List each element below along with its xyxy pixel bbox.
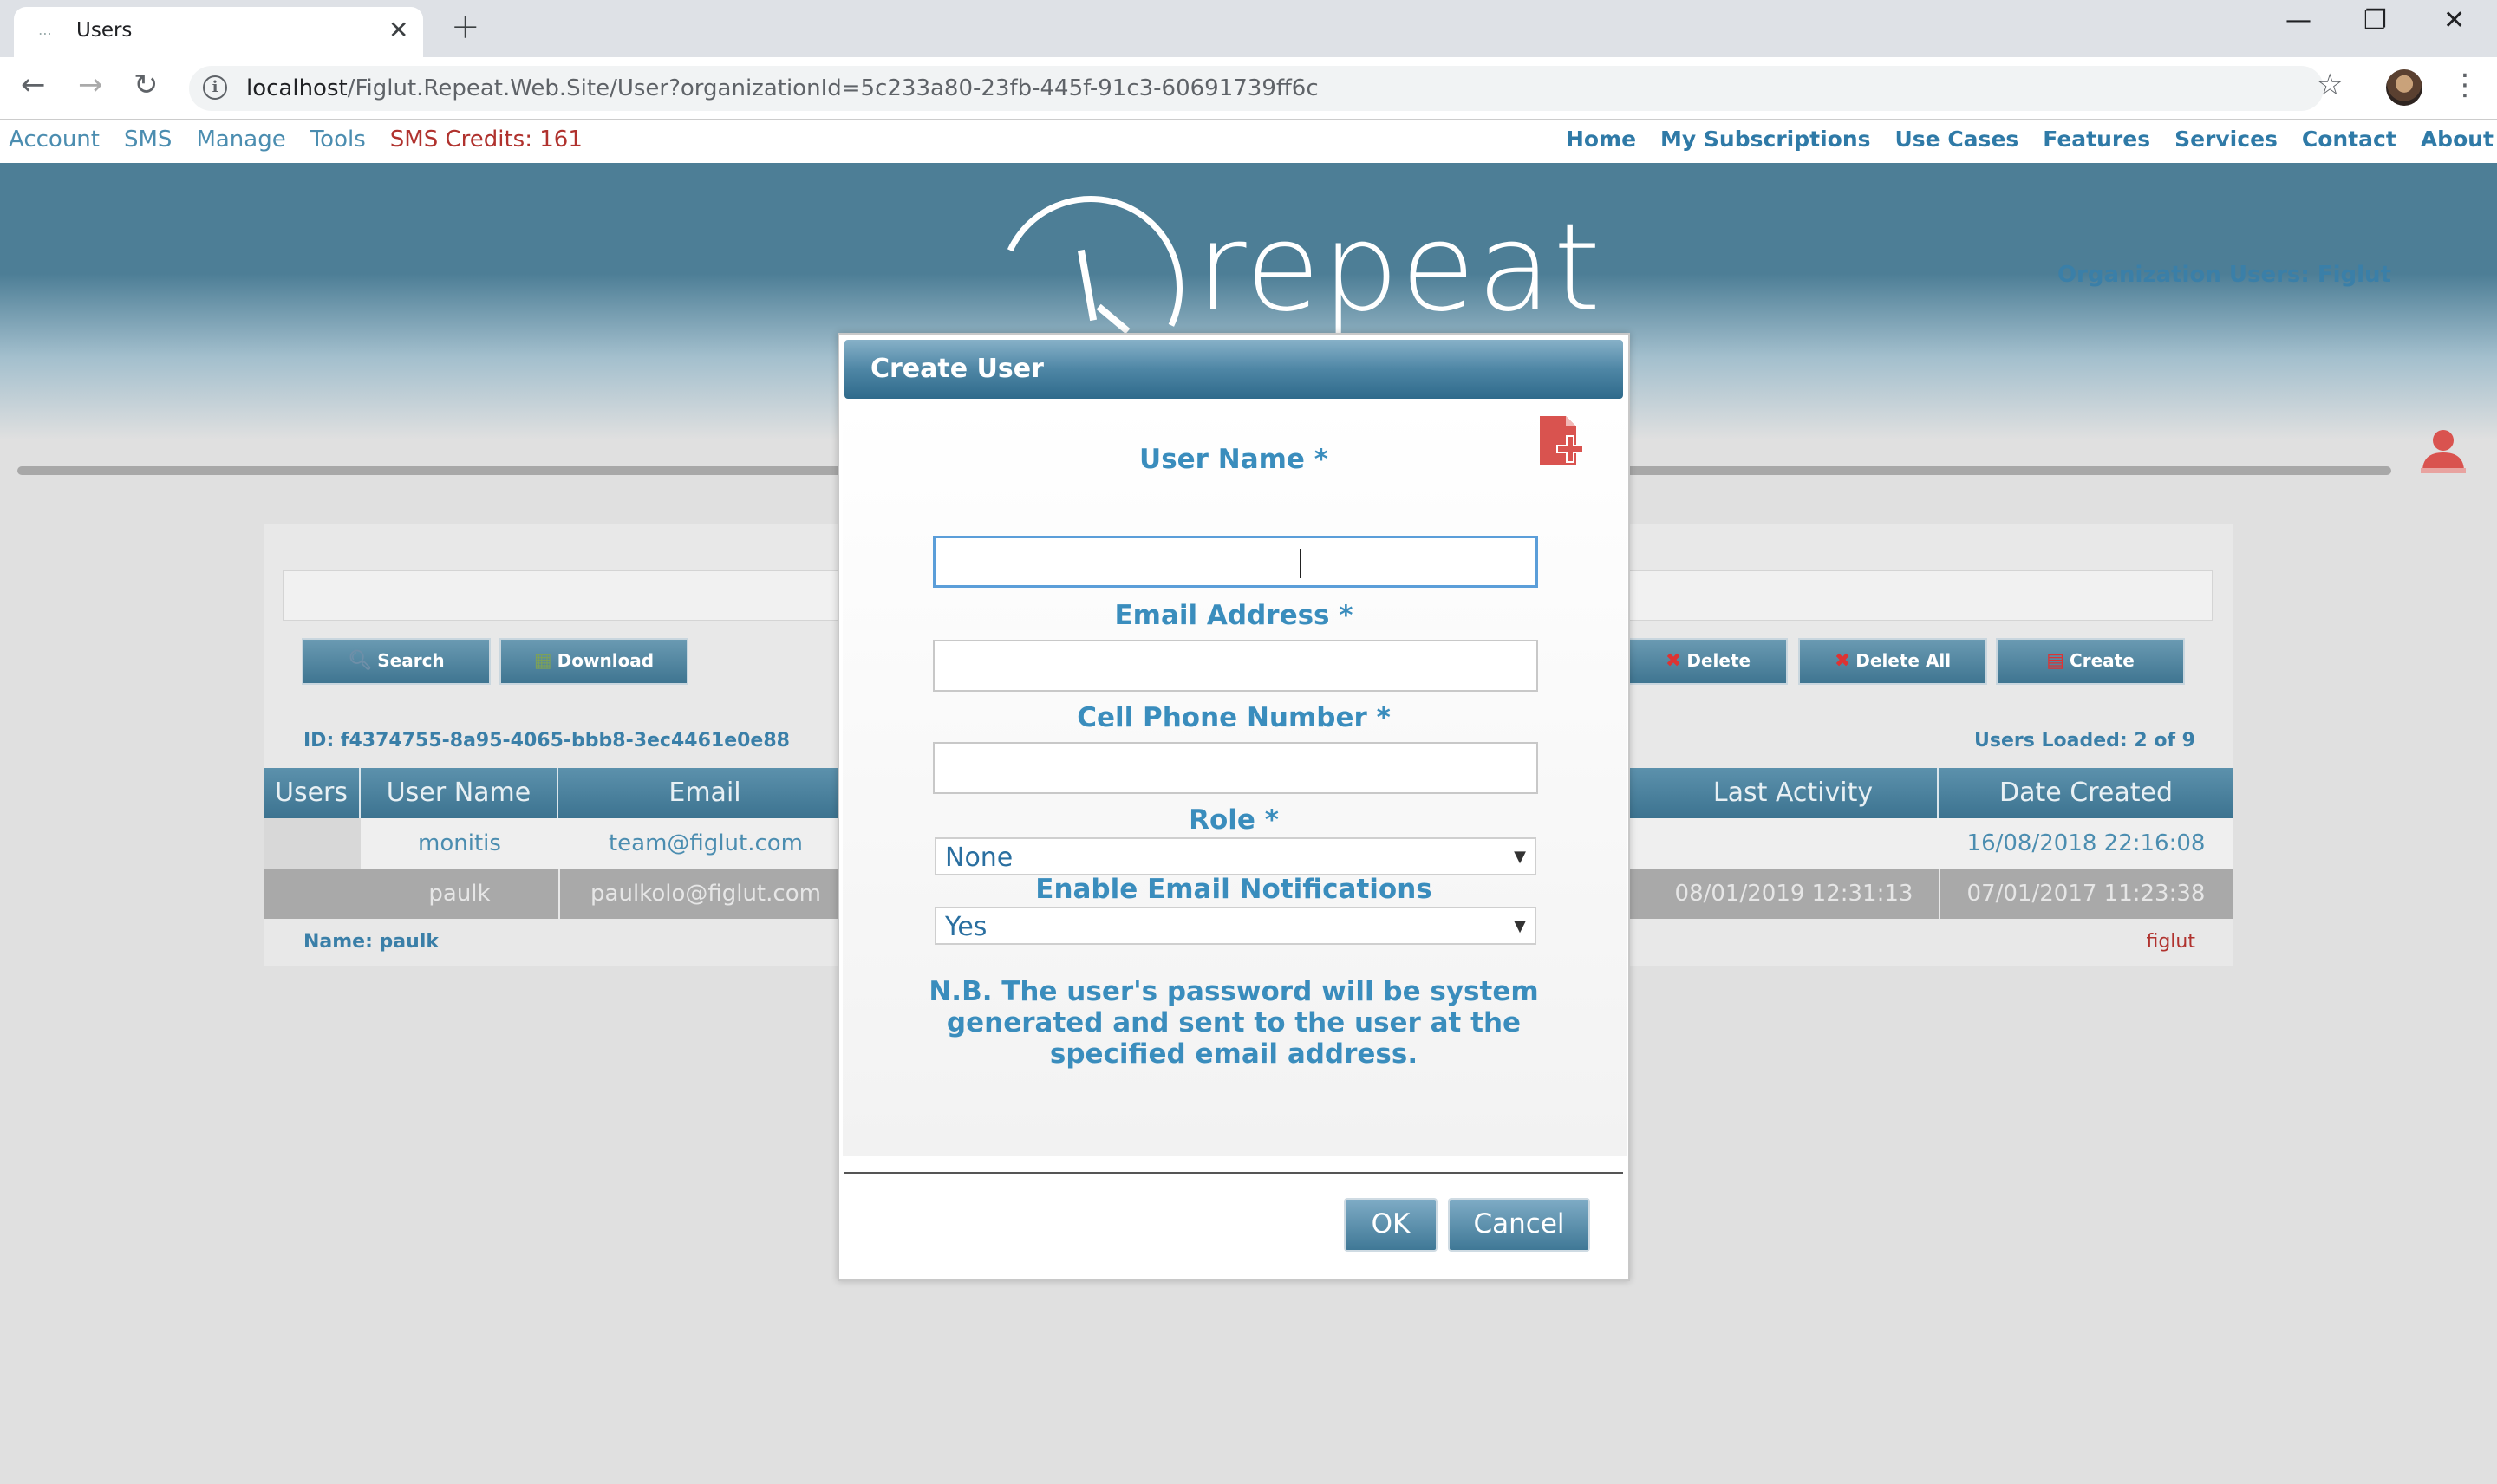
tab-title: Users: [76, 19, 133, 42]
dropdown-arrow-icon: ▼: [1514, 848, 1526, 866]
page-title: Organization Users: Figlut: [2057, 262, 2391, 288]
menu-home[interactable]: Home: [1566, 127, 1636, 152]
browser-menu-icon[interactable]: ⋮: [2450, 68, 2480, 102]
address-bar[interactable]: i localhost/Figlut.Repeat.Web.Site/User?…: [189, 66, 2324, 111]
page-favicon-icon: ⋯: [38, 25, 52, 42]
tab-close-icon[interactable]: ✕: [388, 16, 408, 44]
bookmark-star-icon[interactable]: ☆: [2317, 68, 2343, 102]
phone-label: Cell Phone Number *: [1077, 702, 1391, 733]
back-icon[interactable]: ←: [21, 68, 46, 102]
organization-name: figlut: [2146, 931, 2195, 953]
cell-last-activity: [1649, 818, 1939, 869]
browser-tabbar: ⋯ Users ✕ + — ❐ ✕: [0, 0, 2497, 57]
profile-avatar[interactable]: [2386, 69, 2422, 106]
ok-button[interactable]: OK: [1344, 1198, 1438, 1252]
notify-select[interactable]: Yes ▼: [935, 907, 1536, 945]
menu-left: Account SMS Manage Tools SMS Credits: 16…: [9, 127, 583, 153]
user-name-label: User Name *: [1139, 444, 1328, 475]
cell-date-created: 16/08/2018 22:16:08: [1966, 830, 2206, 856]
menu-use-cases[interactable]: Use Cases: [1895, 127, 2019, 152]
minimize-icon[interactable]: —: [2285, 5, 2311, 36]
browser-tab[interactable]: ⋯ Users ✕: [14, 7, 423, 57]
col-email[interactable]: Email: [558, 768, 853, 818]
dialog-title: Create User: [870, 354, 1044, 384]
menu-features[interactable]: Features: [2043, 127, 2150, 152]
create-user-dialog: Create User User Name * Email Address * …: [838, 333, 1630, 1281]
cell-email: team@figlut.com: [608, 830, 804, 856]
col-last-activity[interactable]: Last Activity: [1649, 768, 1939, 818]
role-value: None: [945, 843, 1014, 873]
user-name-field[interactable]: [933, 536, 1538, 588]
cell-user-name: paulk: [428, 881, 491, 907]
new-tab-icon[interactable]: +: [451, 7, 480, 47]
sms-credits: SMS Credits: 161: [389, 127, 583, 153]
url-text[interactable]: localhost/Figlut.Repeat.Web.Site/User?or…: [246, 75, 1319, 101]
search-button[interactable]: 🔍︎ Search: [302, 638, 491, 685]
menu-account[interactable]: Account: [9, 127, 100, 153]
menu-right: Home My Subscriptions Use Cases Features…: [1566, 127, 2494, 152]
user-icon: [2421, 430, 2466, 473]
delete-button[interactable]: ✖ Delete: [1628, 638, 1788, 685]
dialog-divider: [844, 1172, 1623, 1174]
spreadsheet-icon: ▦: [533, 650, 552, 672]
cancel-button[interactable]: Cancel: [1448, 1198, 1590, 1252]
menu-sms[interactable]: SMS: [124, 127, 172, 153]
delete-x-icon: ✖: [1665, 650, 1682, 672]
restore-icon[interactable]: ❐: [2363, 5, 2387, 36]
cell-email: paulkolo@figlut.com: [590, 881, 821, 907]
notify-value: Yes: [945, 912, 988, 942]
col-user-name[interactable]: User Name: [361, 768, 558, 818]
menu-my-subscriptions[interactable]: My Subscriptions: [1660, 127, 1870, 152]
reload-icon[interactable]: ↻: [134, 68, 159, 102]
magnifier-icon: 🔍︎: [348, 650, 373, 672]
col-date-created[interactable]: Date Created: [1939, 768, 2233, 818]
menu-about[interactable]: About: [2421, 127, 2494, 152]
delete-all-button[interactable]: ✖ Delete All: [1798, 638, 1987, 685]
logo-text: repeat: [1196, 198, 1603, 339]
site-menu: Account SMS Manage Tools SMS Credits: 16…: [0, 120, 2497, 163]
password-note: N.B. The user's password will be system …: [929, 976, 1539, 1070]
menu-services[interactable]: Services: [2174, 127, 2278, 152]
site-info-icon[interactable]: i: [203, 75, 227, 100]
users-loaded-count: Users Loaded: 2 of 9: [1974, 730, 2195, 752]
browser-toolbar: ← → ↻ i localhost/Figlut.Repeat.Web.Site…: [0, 57, 2497, 120]
role-select[interactable]: None ▼: [935, 837, 1536, 875]
col-users[interactable]: Users: [264, 768, 361, 818]
role-label: Role *: [1189, 804, 1279, 836]
menu-tools[interactable]: Tools: [310, 127, 366, 153]
delete-all-x-icon: ✖: [1834, 650, 1851, 672]
create-button[interactable]: ▤ Create: [1996, 638, 2185, 685]
user-id: ID: f4374755-8a95-4065-bbb8-3ec4461e0e88: [303, 730, 790, 752]
menu-manage[interactable]: Manage: [196, 127, 285, 153]
notify-label: Enable Email Notifications: [1035, 874, 1432, 905]
email-field[interactable]: [933, 640, 1538, 692]
cell-last-activity: 08/01/2019 12:31:13: [1674, 881, 1913, 907]
dropdown-arrow-icon: ▼: [1514, 917, 1526, 935]
cell-user-name: monitis: [418, 830, 501, 856]
window-close-icon[interactable]: ✕: [2443, 5, 2465, 36]
dialog-titlebar[interactable]: Create User: [844, 340, 1623, 399]
menu-contact[interactable]: Contact: [2302, 127, 2396, 152]
selected-user-name: Name: paulk: [303, 931, 439, 953]
email-label: Email Address *: [1114, 600, 1353, 631]
text-caret: [1300, 549, 1301, 578]
download-button[interactable]: ▦ Download: [499, 638, 688, 685]
phone-field[interactable]: [933, 742, 1538, 794]
forward-icon[interactable]: →: [78, 68, 103, 102]
cell-date-created: 07/01/2017 11:23:38: [1966, 881, 2206, 907]
add-document-icon: ▤: [2046, 650, 2065, 672]
